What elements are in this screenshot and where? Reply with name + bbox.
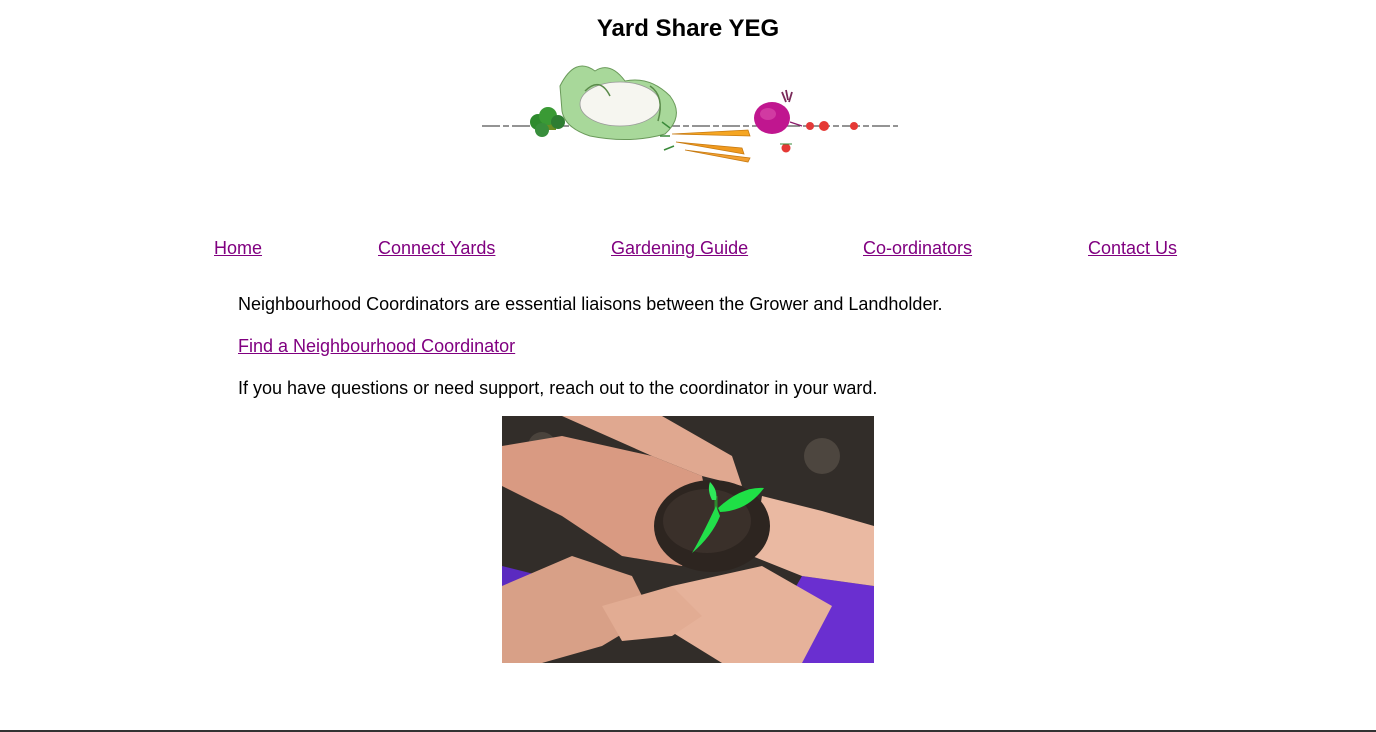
main-nav: Home Connect Yards Gardening Guide Co-or…	[0, 236, 1376, 262]
intro-text: Neighbourhood Coordinators are essential…	[238, 294, 943, 314]
site-title: Yard Share YEG	[596, 15, 780, 42]
cauliflower-icon	[559, 65, 677, 141]
vegetables-banner-icon	[482, 65, 898, 163]
page: Yard Share YEG Home Connect Yards Garden…	[0, 0, 1376, 732]
hands-seedling-photo-icon	[502, 416, 874, 663]
main-content: Neighbourhood Coordinators are essential…	[238, 292, 1138, 418]
find-coordinator-link[interactable]: Find a Neighbourhood Coordinator	[238, 336, 515, 356]
nav-contact-us-link[interactable]: Contact Us	[1088, 236, 1177, 260]
support-text: If you have questions or need support, r…	[238, 378, 878, 398]
nav-home-link[interactable]: Home	[214, 236, 262, 260]
nav-coordinators-link[interactable]: Co-ordinators	[863, 236, 972, 260]
nav-gardening-guide-link[interactable]: Gardening Guide	[611, 236, 748, 260]
nav-connect-yards-link[interactable]: Connect Yards	[378, 236, 495, 260]
broccoli-icon	[530, 107, 565, 137]
beet-icon	[754, 89, 803, 134]
carrots-icon	[660, 121, 751, 163]
